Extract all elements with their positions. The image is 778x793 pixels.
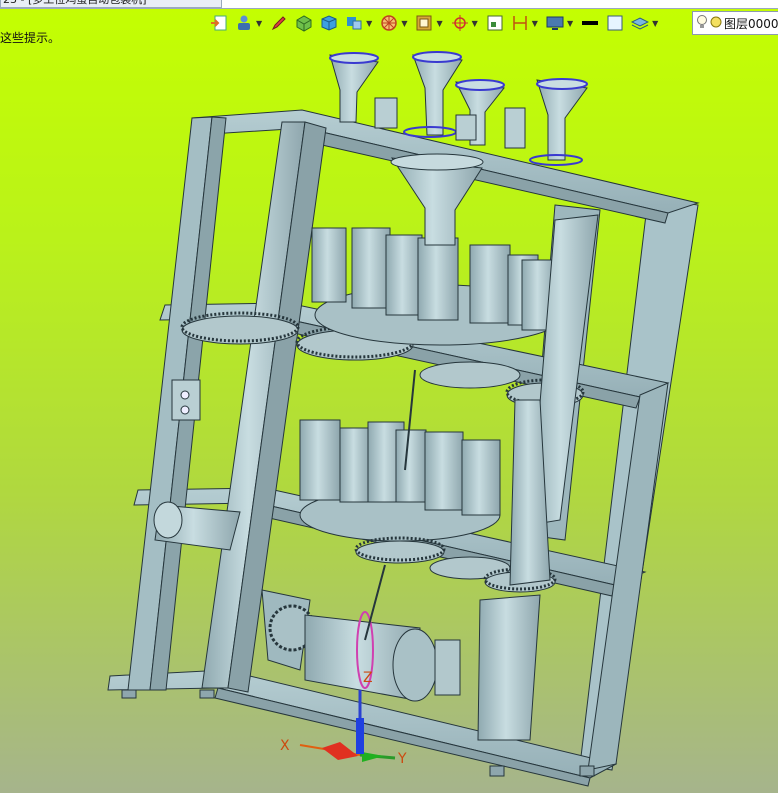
axis-x-label: X	[280, 738, 290, 754]
middle-egg-cylinders	[299, 419, 501, 542]
axis-z-label: Z	[363, 670, 373, 686]
axis-y-label: Y	[397, 751, 407, 767]
model-viewport[interactable]: X Y Z	[0, 0, 778, 793]
machine-model[interactable]	[107, 51, 700, 787]
upper-egg-cylinders	[311, 227, 566, 346]
side-bracket	[171, 379, 201, 421]
drive-drum	[304, 611, 461, 702]
feed-funnel	[390, 153, 484, 246]
